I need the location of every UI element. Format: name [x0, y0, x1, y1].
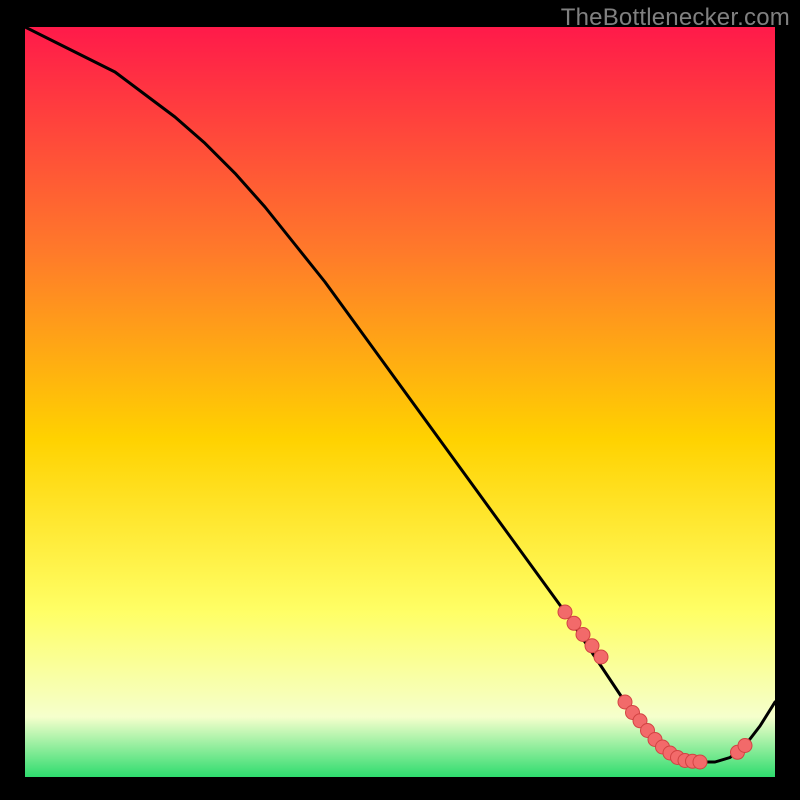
chart-svg: [25, 27, 775, 777]
watermark-text: TheBottlenecker.com: [561, 4, 790, 32]
data-marker: [558, 605, 572, 619]
data-marker: [585, 639, 599, 653]
data-marker: [576, 628, 590, 642]
data-marker: [594, 650, 608, 664]
data-marker: [693, 755, 707, 769]
chart-frame: TheBottlenecker.com: [0, 0, 800, 800]
plot-area: [25, 27, 775, 777]
data-marker: [567, 616, 581, 630]
gradient-background: [25, 27, 775, 777]
data-marker: [738, 739, 752, 753]
